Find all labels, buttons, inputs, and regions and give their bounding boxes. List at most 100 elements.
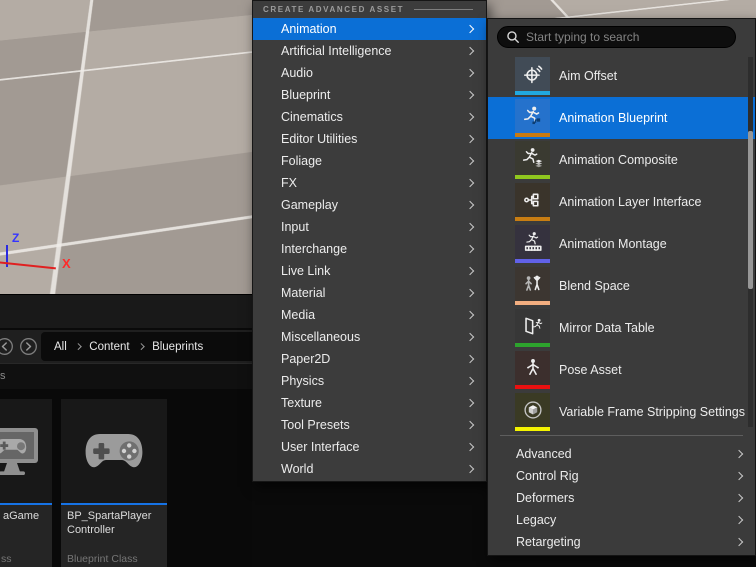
chevron-right-icon bbox=[137, 343, 144, 350]
asset-color-bar bbox=[515, 343, 550, 347]
chevron-right-icon bbox=[465, 112, 475, 122]
asset-color-bar bbox=[515, 175, 550, 179]
menu-item-world[interactable]: World bbox=[253, 458, 486, 480]
chevron-right-icon bbox=[465, 288, 475, 298]
search-box[interactable] bbox=[497, 26, 736, 48]
asset-name: BP_SpartaPlayer Controller bbox=[67, 510, 152, 537]
chevron-right-icon bbox=[465, 90, 475, 100]
clipped-text-fragment: s bbox=[0, 370, 6, 382]
submenu-item-deformers[interactable]: Deformers bbox=[488, 487, 755, 509]
breadcrumb-content[interactable]: Content bbox=[89, 341, 129, 353]
asset-color-bar bbox=[515, 259, 550, 263]
back-arrow-icon bbox=[0, 338, 13, 355]
menu-item-gameplay[interactable]: Gameplay bbox=[253, 194, 486, 216]
asset-thumbnail bbox=[61, 399, 167, 503]
chevron-right-icon bbox=[465, 68, 475, 78]
content-browser-nav: All Content Blueprints bbox=[0, 330, 252, 363]
asset-item-animation-composite[interactable]: Animation Composite bbox=[488, 139, 755, 181]
animation-composite-icon bbox=[522, 148, 542, 168]
menu-item-artificial-intelligence[interactable]: Artificial Intelligence bbox=[253, 40, 486, 62]
back-button[interactable] bbox=[0, 337, 14, 356]
asset-tile-sparta-player-controller[interactable]: BP_SpartaPlayer Controller Blueprint Cla… bbox=[61, 399, 167, 567]
menu-item-user-interface[interactable]: User Interface bbox=[253, 436, 486, 458]
aim-offset-icon bbox=[523, 65, 542, 84]
chevron-right-icon bbox=[465, 420, 475, 430]
menu-item-input[interactable]: Input bbox=[253, 216, 486, 238]
asset-thumbnail bbox=[0, 399, 52, 503]
chevron-right-icon bbox=[465, 134, 475, 144]
asset-item-animation-layer-interface[interactable]: Animation Layer Interface bbox=[488, 181, 755, 223]
chevron-right-icon bbox=[734, 493, 744, 503]
breadcrumb-all[interactable]: All bbox=[54, 341, 67, 353]
asset-item-animation-montage[interactable]: Animation Montage bbox=[488, 223, 755, 265]
forward-button[interactable] bbox=[19, 337, 38, 356]
variable-frame-stripping-icon bbox=[523, 401, 542, 419]
asset-item-aim-offset[interactable]: Aim Offset bbox=[488, 55, 755, 97]
menu-item-audio[interactable]: Audio bbox=[253, 62, 486, 84]
forward-arrow-icon bbox=[20, 338, 37, 355]
menu-item-tool-presets[interactable]: Tool Presets bbox=[253, 414, 486, 436]
asset-color-bar bbox=[515, 385, 550, 389]
menu-item-paper2d[interactable]: Paper2D bbox=[253, 348, 486, 370]
asset-color-bar bbox=[515, 133, 550, 137]
menu-item-live-link[interactable]: Live Link bbox=[253, 260, 486, 282]
submenu-item-advanced[interactable]: Advanced bbox=[488, 443, 755, 465]
chevron-right-icon bbox=[734, 449, 744, 459]
asset-color-bar bbox=[515, 427, 550, 431]
menu-item-interchange[interactable]: Interchange bbox=[253, 238, 486, 260]
asset-item-pose-asset[interactable]: Pose Asset bbox=[488, 349, 755, 391]
chevron-right-icon bbox=[465, 442, 475, 452]
submenu-item-control-rig[interactable]: Control Rig bbox=[488, 465, 755, 487]
submenu-item-legacy[interactable]: Legacy bbox=[488, 509, 755, 531]
chevron-right-icon bbox=[465, 354, 475, 364]
search-input[interactable] bbox=[526, 30, 706, 44]
menu-item-cinematics[interactable]: Cinematics bbox=[253, 106, 486, 128]
search-icon bbox=[507, 31, 519, 43]
asset-color-bar bbox=[515, 301, 550, 305]
breadcrumb: All Content Blueprints bbox=[41, 332, 252, 361]
menu-separator bbox=[500, 435, 743, 436]
asset-item-animation-blueprint[interactable]: Animation Blueprint bbox=[488, 97, 755, 139]
header-rule bbox=[414, 9, 473, 10]
menu-item-miscellaneous[interactable]: Miscellaneous bbox=[253, 326, 486, 348]
menu-item-fx[interactable]: FX bbox=[253, 172, 486, 194]
chevron-right-icon bbox=[465, 376, 475, 386]
animation-blueprint-icon bbox=[523, 106, 540, 125]
menu-item-physics[interactable]: Physics bbox=[253, 370, 486, 392]
gizmo-z-label: Z bbox=[12, 231, 20, 245]
asset-item-blend-space[interactable]: Blend Space bbox=[488, 265, 755, 307]
menu-item-animation[interactable]: Animation bbox=[253, 18, 486, 40]
animation-layer-interface-icon bbox=[523, 193, 539, 207]
chevron-right-icon bbox=[465, 178, 475, 188]
asset-tile-sparta-game[interactable]: aGame ss bbox=[0, 399, 52, 567]
asset-color-bar bbox=[515, 91, 550, 95]
chevron-right-icon bbox=[465, 332, 475, 342]
gizmo-x-label: X bbox=[62, 256, 71, 271]
chevron-right-icon bbox=[465, 156, 475, 166]
content-browser-toolbar bbox=[0, 295, 252, 329]
chevron-right-icon bbox=[734, 515, 744, 525]
submenu-category-list: Advanced Control Rig Deformers Legacy Re… bbox=[488, 443, 755, 553]
chevron-right-icon bbox=[734, 471, 744, 481]
menu-item-editor-utilities[interactable]: Editor Utilities bbox=[253, 128, 486, 150]
monitor-game-icon bbox=[0, 428, 38, 475]
submenu-item-retargeting[interactable]: Retargeting bbox=[488, 531, 755, 553]
create-advanced-asset-menu: CREATE ADVANCED ASSET Animation Artifici… bbox=[252, 0, 487, 482]
menu-item-foliage[interactable]: Foliage bbox=[253, 150, 486, 172]
asset-item-mirror-data-table[interactable]: Mirror Data Table bbox=[488, 307, 755, 349]
chevron-right-icon bbox=[465, 398, 475, 408]
animation-submenu: Aim Offset Animation Blueprint bbox=[487, 18, 756, 556]
menu-item-material[interactable]: Material bbox=[253, 282, 486, 304]
blend-space-icon bbox=[524, 275, 540, 291]
chevron-right-icon bbox=[465, 200, 475, 210]
pose-asset-icon bbox=[526, 359, 539, 376]
asset-name: aGame bbox=[3, 510, 40, 522]
menu-item-media[interactable]: Media bbox=[253, 304, 486, 326]
scrollbar-thumb[interactable] bbox=[748, 131, 753, 289]
asset-type: ss bbox=[1, 553, 12, 565]
chevron-right-icon bbox=[465, 310, 475, 320]
menu-item-texture[interactable]: Texture bbox=[253, 392, 486, 414]
breadcrumb-blueprints[interactable]: Blueprints bbox=[152, 341, 203, 353]
menu-item-blueprint[interactable]: Blueprint bbox=[253, 84, 486, 106]
asset-item-variable-frame-stripping-settings[interactable]: Variable Frame Stripping Settings bbox=[488, 391, 755, 433]
